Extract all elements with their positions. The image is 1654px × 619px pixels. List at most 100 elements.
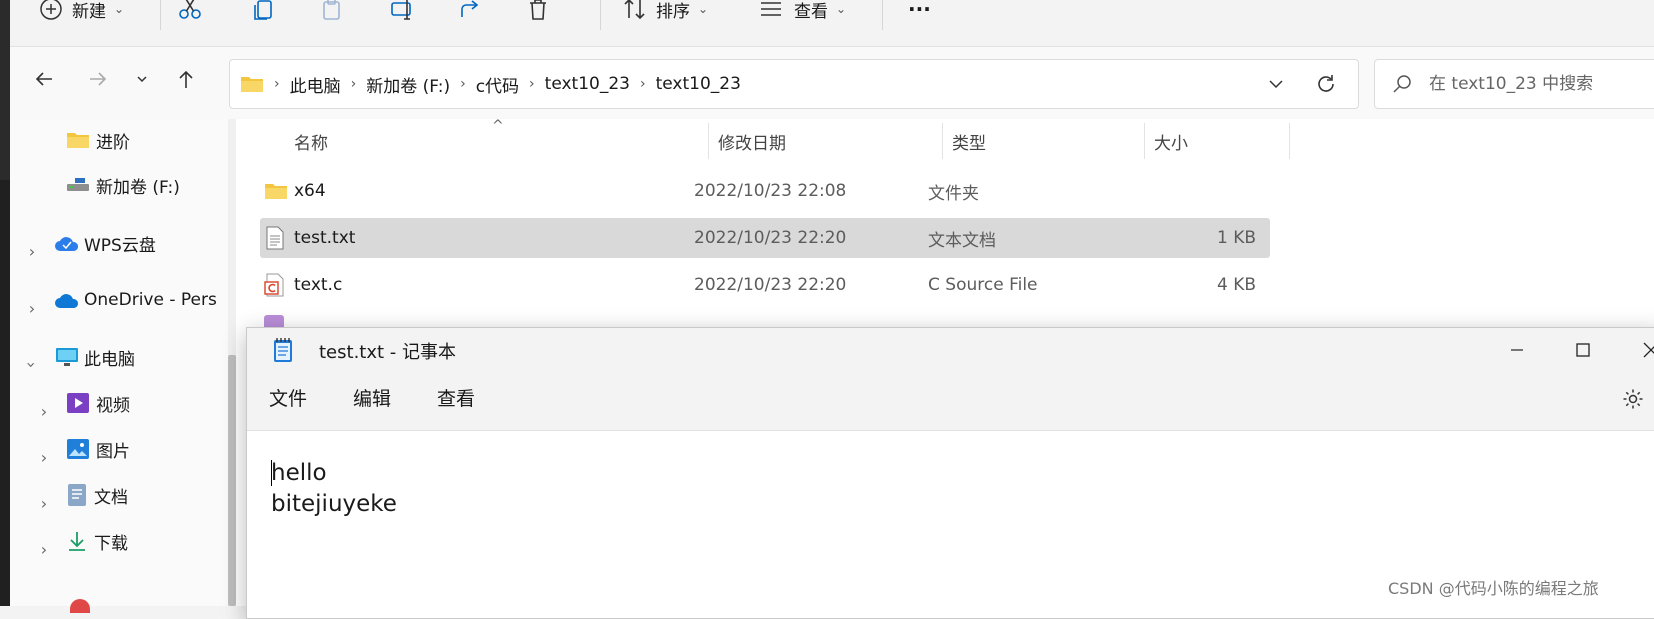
- column-header-size[interactable]: 大小: [1154, 119, 1188, 163]
- column-divider[interactable]: [708, 123, 709, 159]
- notepad-title-bar[interactable]: test.txt - 记事本: [247, 328, 1654, 372]
- delete-button[interactable]: [524, 0, 552, 26]
- expand-chevron-icon[interactable]: ›: [36, 540, 52, 559]
- address-row: › 此电脑 › 新加卷 (F:) › c代码 › text10_23 › tex…: [10, 47, 1654, 119]
- address-history-button[interactable]: [1266, 74, 1286, 98]
- more-options-button[interactable]: ···: [908, 0, 931, 26]
- share-icon: [461, 0, 479, 17]
- file-type: C Source File: [928, 275, 1038, 295]
- rename-button[interactable]: [388, 0, 416, 26]
- chevron-down-icon: ⌄: [114, 2, 125, 16]
- chevron-down-icon: [1269, 80, 1283, 89]
- settings-button[interactable]: [1621, 387, 1645, 415]
- nav-item-jinjie[interactable]: 进阶: [66, 120, 130, 160]
- copy-icon: [254, 0, 272, 20]
- rename-icon: [391, 0, 411, 20]
- breadcrumb-text10-23-current[interactable]: text10_23: [656, 74, 741, 94]
- view-label: 查看: [794, 1, 828, 22]
- file-row[interactable]: text.c 2022/10/23 22:20 C Source File 4 …: [260, 265, 1270, 305]
- nav-item-label: 进阶: [96, 132, 130, 153]
- breadcrumb-text10-23[interactable]: text10_23: [545, 74, 630, 94]
- sort-button[interactable]: 排序 ⌄: [622, 0, 708, 26]
- paste-button[interactable]: [318, 0, 346, 26]
- recent-locations-button[interactable]: [124, 61, 160, 97]
- nav-item-downloads[interactable]: 下载: [66, 521, 128, 561]
- download-icon: [69, 532, 85, 551]
- close-button[interactable]: [1619, 328, 1654, 372]
- nav-item-label: 下载: [94, 533, 128, 554]
- menu-view[interactable]: 查看: [437, 384, 475, 411]
- file-row[interactable]: x64 2022/10/23 22:08 文件夹: [260, 171, 1270, 211]
- copy-button[interactable]: [250, 0, 278, 26]
- chevron-down-icon: ⌄: [698, 2, 709, 16]
- refresh-button[interactable]: [1314, 72, 1338, 100]
- notepad-menu-bar: 文件 编辑 查看: [247, 372, 1654, 431]
- search-box[interactable]: [1374, 59, 1654, 109]
- column-header-type[interactable]: 类型: [952, 119, 986, 163]
- expand-chevron-icon[interactable]: ›: [36, 448, 52, 467]
- address-bar[interactable]: › 此电脑 › 新加卷 (F:) › c代码 › text10_23 › tex…: [229, 59, 1359, 109]
- expand-chevron-icon[interactable]: ›: [24, 242, 40, 261]
- nav-item-volume-f[interactable]: 新加卷 (F:): [66, 165, 180, 205]
- back-button[interactable]: [26, 61, 62, 97]
- nav-item-wps-cloud[interactable]: WPS云盘: [54, 223, 156, 263]
- file-size: 4 KB: [1216, 275, 1256, 295]
- file-date: 2022/10/23 22:20: [694, 228, 847, 248]
- arrow-up-icon: [179, 70, 193, 88]
- collapse-chevron-icon[interactable]: ›: [23, 357, 42, 373]
- wps-cloud-icon: [55, 237, 79, 251]
- breadcrumb-this-pc[interactable]: 此电脑: [290, 72, 341, 97]
- notepad-text-area[interactable]: hello bitejiuyeke: [271, 458, 397, 520]
- chevron-down-icon: ⌄: [836, 2, 847, 16]
- cut-button[interactable]: [176, 0, 204, 26]
- breadcrumb-separator: ›: [639, 76, 646, 92]
- file-name: x64: [294, 181, 326, 201]
- nav-item-videos[interactable]: 视频: [66, 383, 130, 423]
- refresh-icon: [1318, 75, 1334, 92]
- expand-chevron-icon[interactable]: ›: [36, 494, 52, 513]
- nav-item-this-pc[interactable]: 此电脑: [54, 337, 135, 377]
- pictures-icon: [67, 439, 89, 459]
- nav-item-pictures[interactable]: 图片: [66, 429, 130, 469]
- menu-file[interactable]: 文件: [269, 384, 307, 411]
- expand-chevron-icon[interactable]: ›: [36, 402, 52, 421]
- search-input[interactable]: [1427, 73, 1654, 95]
- column-divider[interactable]: [942, 123, 943, 159]
- minimize-button[interactable]: [1485, 328, 1549, 372]
- file-date: 2022/10/23 22:20: [694, 275, 847, 295]
- view-button[interactable]: 查看 ⌄: [758, 0, 846, 26]
- breadcrumb-volume-f[interactable]: 新加卷 (F:): [366, 72, 450, 97]
- text-caret: [271, 460, 272, 486]
- trash-icon: [530, 0, 546, 20]
- column-header-date[interactable]: 修改日期: [718, 119, 786, 163]
- scrollbar-thumb[interactable]: [228, 355, 236, 606]
- navigation-scrollbar[interactable]: [228, 119, 236, 606]
- watermark: CSDN @代码小陈的编程之旅: [1388, 579, 1599, 598]
- nav-item-label: 此电脑: [84, 349, 135, 370]
- breadcrumb-separator: ›: [350, 76, 357, 92]
- file-date: 2022/10/23 22:08: [694, 181, 847, 201]
- nav-item-onedrive[interactable]: OneDrive - Pers: [54, 280, 217, 320]
- forward-button[interactable]: [80, 61, 116, 97]
- column-divider[interactable]: [1289, 123, 1290, 159]
- up-button[interactable]: [168, 61, 204, 97]
- folder-icon: [67, 133, 89, 148]
- search-icon: [1393, 75, 1411, 93]
- column-header-name[interactable]: 名称: [294, 119, 328, 163]
- share-button[interactable]: [456, 0, 484, 26]
- new-button[interactable]: 新建 ⌄: [38, 0, 124, 26]
- file-type: 文件夹: [928, 183, 979, 204]
- text-file-icon: [266, 226, 284, 250]
- column-divider[interactable]: [1144, 123, 1145, 159]
- sort-label: 排序: [656, 1, 690, 22]
- notepad-app-icon: [274, 338, 292, 362]
- breadcrumb-c-code[interactable]: c代码: [476, 72, 519, 97]
- maximize-button[interactable]: [1551, 328, 1615, 372]
- new-button-label: 新建: [72, 1, 106, 22]
- navigation-pane: 进阶 新加卷 (F:) › WPS云盘 › OneDrive - Pers › …: [10, 119, 228, 613]
- nav-item-documents[interactable]: 文档: [66, 475, 128, 515]
- menu-edit[interactable]: 编辑: [353, 384, 391, 411]
- file-row-selected[interactable]: test.txt 2022/10/23 22:20 文本文档 1 KB: [260, 218, 1270, 258]
- onedrive-icon: [55, 294, 79, 308]
- expand-chevron-icon[interactable]: ›: [24, 299, 40, 318]
